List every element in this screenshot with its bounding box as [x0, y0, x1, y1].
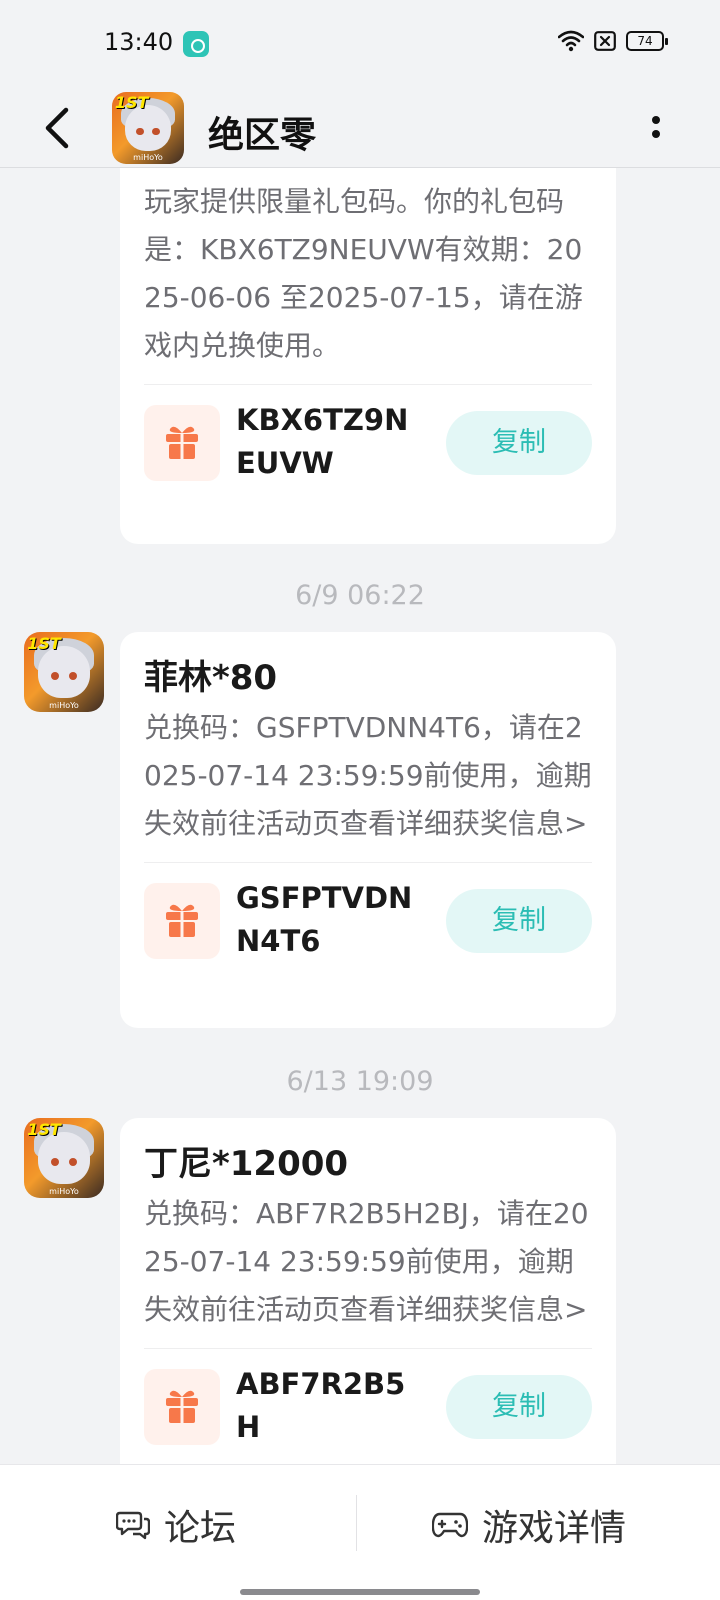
avatar-badge: 1ST	[114, 93, 149, 113]
app-avatar[interactable]: 1ST miHoYo	[112, 92, 184, 164]
message-list[interactable]: 玩家提供限量礼包码。你的礼包码是：KBX6TZ9NEUVW有效期：2025-06…	[0, 168, 720, 1464]
copy-button[interactable]: 复制	[446, 411, 592, 475]
gift-icon	[166, 426, 198, 459]
forum-chat-icon	[116, 1511, 150, 1540]
message-body: 兑换码：ABF7R2B5H2BJ，请在2025-07-14 23:59:59前使…	[144, 1197, 589, 1326]
message-card: 玩家提供限量礼包码。你的礼包码是：KBX6TZ9NEUVW有效期：2025-06…	[120, 168, 616, 544]
sender-avatar[interactable]: 1ST miHoYo	[24, 1118, 104, 1198]
copy-button[interactable]: 复制	[446, 889, 592, 953]
game-detail-label: 游戏详情	[482, 1508, 627, 1549]
avatar-brand: miHoYo	[49, 1186, 79, 1196]
bottom-bar: 论坛 游戏详情	[0, 1464, 720, 1600]
avatar-brand: miHoYo	[49, 700, 79, 710]
battery-indicator: 74	[626, 31, 668, 51]
forum-label: 论坛	[164, 1508, 237, 1549]
gift-box	[144, 405, 220, 481]
system-icons: 74	[558, 30, 668, 52]
no-sim-icon	[594, 31, 616, 51]
more-options-icon[interactable]	[644, 104, 668, 152]
redeem-code: GSFPTVDNN4T6	[236, 881, 413, 958]
gift-box	[144, 883, 220, 959]
game-detail-tab[interactable]: 游戏详情	[360, 1465, 720, 1581]
message-card: 菲林*80 兑换码：GSFPTVDNN4T6，请在2025-07-14 23:5…	[120, 632, 616, 1028]
home-indicator[interactable]	[240, 1589, 480, 1595]
code-row: KBX6TZ9NEUVW 复制	[144, 385, 592, 503]
redeem-code: KBX6TZ9NEUVW	[236, 403, 409, 480]
redeem-code: ABF7R2B5H	[236, 1367, 406, 1444]
message-body: 玩家提供限量礼包码。你的礼包码是：KBX6TZ9NEUVW有效期：2025-06…	[144, 185, 583, 362]
chat-header: 1ST miHoYo 绝区零	[0, 88, 720, 168]
message-timestamp: 6/9 06:22	[295, 580, 425, 611]
avatar-badge: 1ST	[27, 1119, 61, 1139]
sender-avatar[interactable]: 1ST miHoYo	[24, 632, 104, 712]
message-card: 丁尼*12000 兑换码：ABF7R2B5H2BJ，请在2025-07-14 2…	[120, 1118, 616, 1464]
gift-icon	[166, 904, 198, 937]
status-bar: 13:40 74	[0, 0, 720, 88]
wifi-icon	[558, 30, 584, 52]
avatar-brand: miHoYo	[133, 152, 163, 162]
status-time: 13:40	[104, 28, 174, 56]
avatar-badge: 1ST	[27, 633, 61, 653]
copy-button[interactable]: 复制	[446, 1375, 592, 1439]
message-title: 丁尼*12000	[144, 1144, 349, 1184]
message-title: 菲林*80	[144, 658, 278, 698]
back-arrow-icon[interactable]	[36, 100, 80, 156]
forum-tab[interactable]: 论坛	[0, 1465, 356, 1581]
page-title: 绝区零	[208, 115, 317, 156]
message-timestamp: 6/13 19:09	[286, 1066, 434, 1097]
gift-box	[144, 1369, 220, 1445]
gamepad-icon	[432, 1512, 468, 1538]
tab-separator	[356, 1495, 357, 1551]
gift-icon	[166, 1390, 198, 1423]
code-row: ABF7R2B5H 复制	[144, 1349, 592, 1464]
app-notification-icon	[183, 31, 209, 57]
code-row: GSFPTVDNN4T6 复制	[144, 863, 592, 981]
message-body: 兑换码：GSFPTVDNN4T6，请在2025-07-14 23:59:59前使…	[144, 711, 592, 840]
